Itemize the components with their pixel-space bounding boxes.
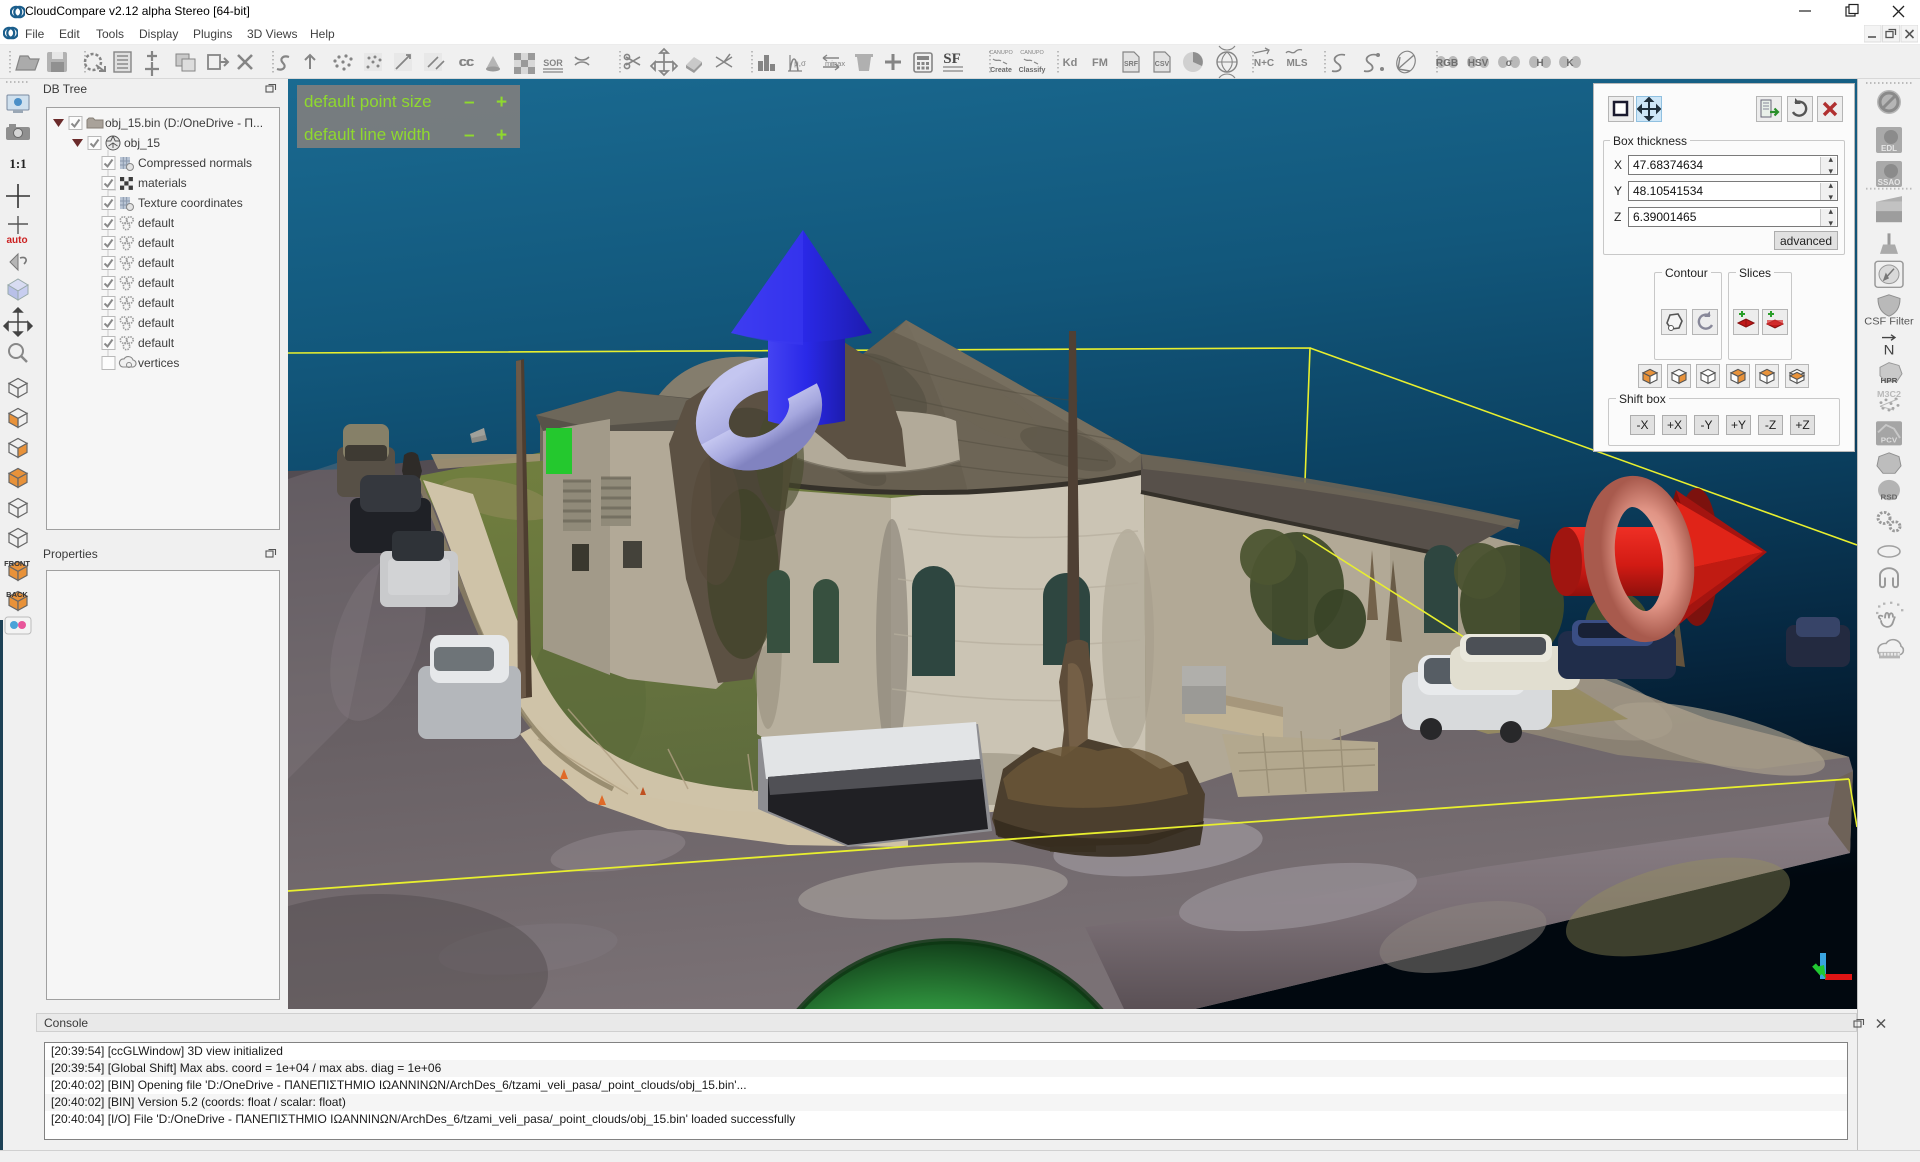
svg-text:default: default [138,276,175,290]
svg-text:RGB: RGB [1436,58,1458,69]
svg-text:N: N [1884,343,1895,358]
svg-text:Kd: Kd [1063,57,1078,69]
svg-text:CC: CC [460,58,474,69]
svg-text:materials: materials [138,176,187,190]
svg-text:HPR: HPR [1881,376,1898,385]
svg-text:vertices: vertices [138,356,179,370]
svg-text:H: H [1536,58,1543,69]
svg-text:FRONT: FRONT [4,559,30,568]
svg-text:RSD: RSD [1881,493,1898,502]
svg-text:PCV: PCV [1881,436,1898,445]
svg-text:auto: auto [6,235,27,246]
svg-text:SRF: SRF [1124,61,1139,68]
svg-text:σ: σ [1506,58,1513,69]
svg-text:EDL: EDL [1881,144,1897,153]
svg-text:default: default [138,236,175,250]
svg-text:default: default [138,316,175,330]
svg-text:FM: FM [1092,57,1108,69]
svg-text:SSAO: SSAO [1878,178,1901,187]
svg-text:default: default [138,216,175,230]
svg-text:Create: Create [990,67,1012,74]
svg-text:obj_15: obj_15 [124,136,160,150]
svg-text:CANUPO: CANUPO [989,50,1013,56]
svg-text:Classify: Classify [1019,67,1046,74]
svg-text:BACK: BACK [6,590,28,599]
svg-text:SOR: SOR [543,58,563,68]
svg-text:max: max [831,59,845,68]
svg-text:CSF Filter: CSF Filter [1864,316,1914,328]
svg-text:CSV: CSV [1155,61,1170,68]
svg-text:M3C2: M3C2 [1877,389,1901,399]
svg-text:N+C: N+C [1254,58,1274,69]
svg-text:default: default [138,256,175,270]
svg-text:K: K [1566,58,1574,69]
svg-text:default: default [138,296,175,310]
svg-text:obj_15.bin (D:/OneDrive - Π...: obj_15.bin (D:/OneDrive - Π... [105,116,263,130]
svg-text:SF: SF [943,51,961,67]
svg-text:μ,σ: μ,σ [794,59,806,68]
svg-text:CANUPO: CANUPO [1020,50,1044,56]
svg-text:Compressed normals: Compressed normals [138,156,252,170]
svg-text:1:1: 1:1 [9,156,26,171]
svg-text:Texture coordinates: Texture coordinates [138,196,243,210]
svg-text:MLS: MLS [1286,58,1307,69]
svg-text:HSV: HSV [1468,58,1489,69]
svg-text:default: default [138,336,175,350]
